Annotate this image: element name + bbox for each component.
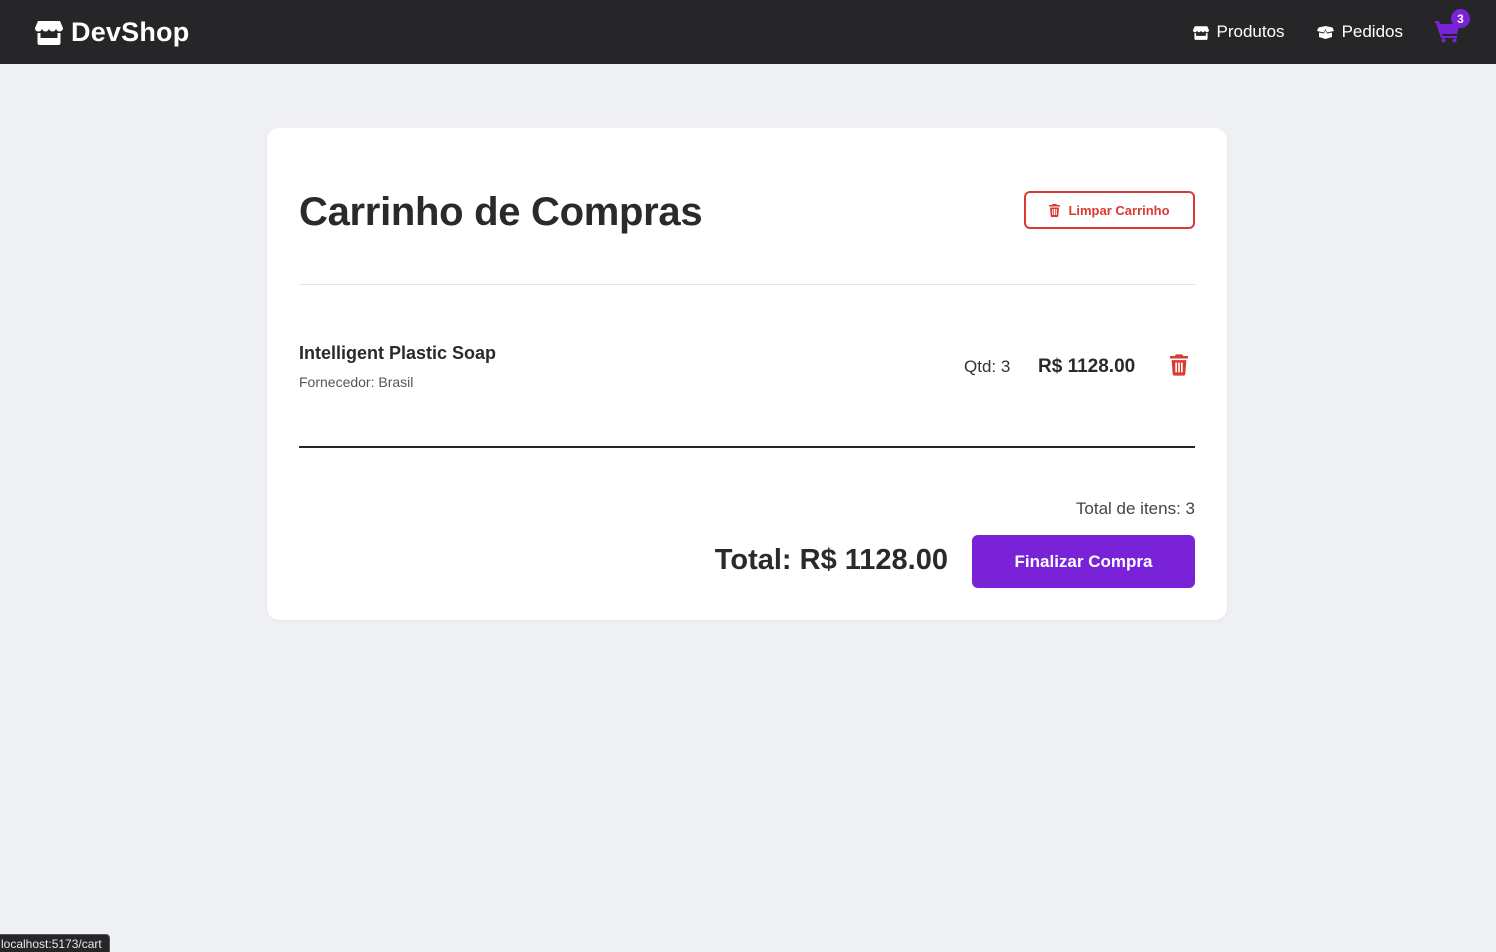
nav-link-produtos[interactable]: Produtos <box>1192 22 1285 42</box>
clear-cart-button[interactable]: Limpar Carrinho <box>1024 191 1195 229</box>
brand-link[interactable]: DevShop <box>35 17 189 48</box>
items-divider <box>299 446 1195 448</box>
item-price: R$ 1128.00 <box>1038 356 1136 377</box>
total-items: Total de itens: 3 <box>1075 499 1195 518</box>
status-bar-url: localhost:5173/cart <box>0 934 110 952</box>
nav-link-label: Produtos <box>1216 22 1285 41</box>
store-icon <box>1192 25 1209 40</box>
cart-count-badge: 3 <box>1451 9 1470 28</box>
header-divider <box>299 284 1195 285</box>
nav-link-pedidos[interactable]: Pedidos <box>1316 22 1403 42</box>
brand-name: DevShop <box>71 16 190 47</box>
item-name: Intelligent Plastic Soap <box>299 343 497 363</box>
clear-cart-label: Limpar Carrinho <box>1068 202 1170 218</box>
page-title: Carrinho de Compras <box>299 190 703 234</box>
cart-card: Carrinho de Compras Limpar Carrinho Inte… <box>267 128 1227 620</box>
trash-icon <box>1170 354 1188 376</box>
top-navbar: DevShop Produtos Pedidos 3 <box>0 0 1496 64</box>
item-quantity: Qtd: 3 <box>964 357 1011 376</box>
nav-links: Produtos Pedidos 3 <box>1192 9 1470 45</box>
cart-total: Total: R$ 1128.00 <box>714 544 948 576</box>
cart-link[interactable]: 3 <box>1435 9 1470 45</box>
nav-link-label: Pedidos <box>1341 22 1403 41</box>
trash-icon <box>1049 203 1061 217</box>
checkout-button[interactable]: Finalizar Compra <box>972 535 1195 588</box>
store-icon <box>35 21 63 45</box>
box-icon <box>1316 25 1334 39</box>
remove-item-button[interactable] <box>1170 354 1188 376</box>
item-supplier: Fornecedor: Brasil <box>299 374 414 390</box>
